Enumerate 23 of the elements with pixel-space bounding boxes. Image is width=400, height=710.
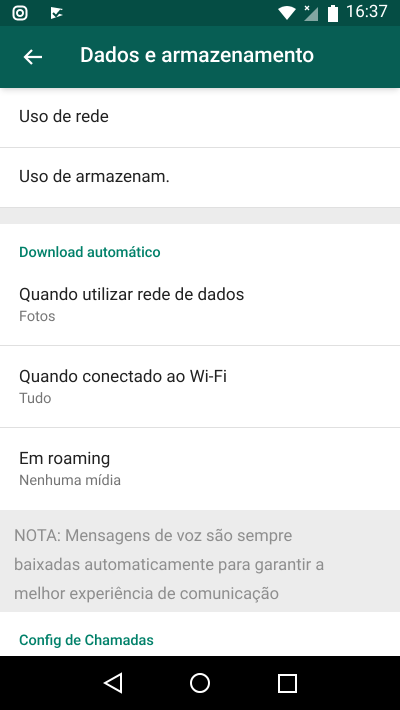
battery-icon xyxy=(328,4,338,22)
item-title: Quando utilizar rede de dados xyxy=(19,284,246,306)
settings-item[interactable]: Quando conectado ao Wi-Fi Tudo xyxy=(0,346,400,428)
settings-item[interactable]: Em roaming Nenhuma mídia xyxy=(0,428,400,510)
settings-item[interactable]: Uso de rede xyxy=(0,88,400,148)
note-text: NOTA: Mensagens de voz são sempre baixadas automaticamente para garantir a melhor experiência de comunicação xyxy=(14,526,326,606)
back-triangle-icon[interactable] xyxy=(103,672,124,694)
clock-time: 16:37 xyxy=(346,1,388,24)
item-value: Fotos xyxy=(19,306,56,326)
section-header: Download automático xyxy=(19,243,161,264)
section-header: Config de Chamadas xyxy=(19,631,154,652)
item-value: Nenhuma mídia xyxy=(19,471,122,491)
item-title: Quando conectado ao Wi-Fi xyxy=(19,366,228,388)
signal-icon xyxy=(304,5,318,21)
settings-item[interactable]: Quando utilizar rede de dados Fotos xyxy=(0,264,400,346)
item-title: Em roaming xyxy=(19,448,112,471)
wifi-icon xyxy=(278,6,296,20)
item-value: Tudo xyxy=(19,388,52,408)
screen-title: Dados e armazenamento xyxy=(80,43,314,70)
home-circle-icon[interactable] xyxy=(189,672,212,694)
check-flag-icon xyxy=(50,6,64,20)
recents-square-icon[interactable] xyxy=(278,674,297,692)
camera-icon xyxy=(12,5,28,21)
